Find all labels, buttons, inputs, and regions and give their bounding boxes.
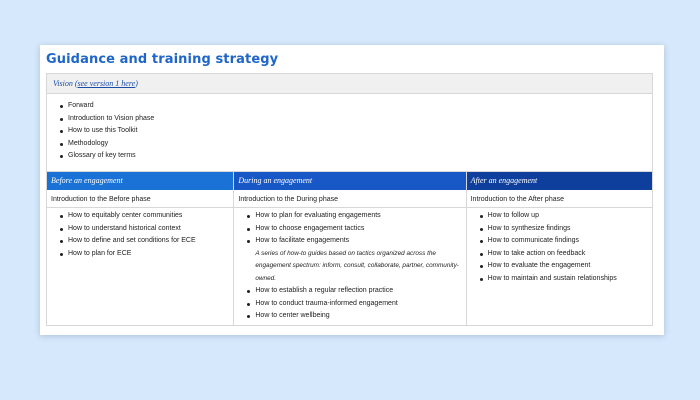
list-item: How to maintain and sustain relationship… bbox=[467, 273, 652, 286]
list-item: How to take action on feedback bbox=[467, 248, 652, 261]
list-item: How to facilitate engagements bbox=[234, 235, 465, 248]
list-item: How to follow up bbox=[467, 210, 652, 223]
vision-item-glossary: Glossary of key terms bbox=[47, 150, 652, 163]
list-item: How to choose engagement tactics bbox=[234, 223, 465, 236]
tactics-note: A series of how-to guides based on tacti… bbox=[255, 249, 459, 282]
before-intro: Introduction to the Before phase bbox=[47, 190, 234, 208]
after-header: After an engagement bbox=[466, 172, 652, 190]
list-item: How to equitably center communities bbox=[47, 210, 233, 223]
list-item: How to understand historical context bbox=[47, 223, 233, 236]
before-list: How to equitably center communities How … bbox=[47, 210, 233, 260]
after-column: After an engagement Introduction to the … bbox=[466, 172, 652, 325]
list-item: How to synthesize findings bbox=[467, 223, 652, 236]
during-list-a: How to plan for evaluating engagements H… bbox=[234, 210, 465, 248]
before-body: How to equitably center communities How … bbox=[47, 208, 233, 325]
during-list-b: How to establish a regular reflection pr… bbox=[234, 285, 465, 323]
vision-section: Forward Introduction to Vision phase How… bbox=[47, 94, 652, 172]
list-item: How to communicate findings bbox=[467, 235, 652, 248]
list-item: How to establish a regular reflection pr… bbox=[234, 285, 465, 298]
vision-item-how-to-use: How to use this Toolkit bbox=[47, 125, 652, 138]
vision-item-methodology: Methodology bbox=[47, 138, 652, 151]
list-item: How to conduct trauma-informed engagemen… bbox=[234, 298, 465, 311]
after-intro: Introduction to the After phase bbox=[466, 190, 652, 208]
page-title: Guidance and training strategy bbox=[46, 52, 279, 67]
during-body: How to plan for evaluating engagements H… bbox=[234, 208, 465, 325]
vision-list: Forward Introduction to Vision phase How… bbox=[47, 94, 652, 163]
strategy-table: Vision (see version 1 here) Forward Intr… bbox=[46, 73, 653, 326]
list-item: How to plan for ECE bbox=[47, 248, 233, 261]
list-item: How to evaluate the engagement bbox=[467, 260, 652, 273]
vision-version-link[interactable]: see version 1 here bbox=[78, 79, 136, 88]
list-item: How to plan for evaluating engagements bbox=[234, 210, 465, 223]
during-header: During an engagement bbox=[234, 172, 466, 190]
during-column: During an engagement Introduction to the… bbox=[234, 172, 467, 325]
list-item: How to center wellbeing bbox=[234, 310, 465, 323]
before-column: Before an engagement Introduction to the… bbox=[47, 172, 235, 325]
during-intro: Introduction to the During phase bbox=[234, 190, 466, 208]
vision-item-forward: Forward bbox=[47, 100, 652, 113]
vision-label-end: ) bbox=[135, 79, 138, 88]
strategy-card: Guidance and training strategy Vision (s… bbox=[40, 45, 664, 335]
after-list: How to follow up How to synthesize findi… bbox=[467, 210, 652, 286]
list-item: How to define and set conditions for ECE bbox=[47, 235, 233, 248]
vision-header: Vision (see version 1 here) bbox=[47, 74, 652, 94]
after-body: How to follow up How to synthesize findi… bbox=[467, 208, 652, 325]
vision-label: Vision ( bbox=[53, 79, 78, 88]
before-header: Before an engagement bbox=[47, 172, 234, 190]
vision-item-intro: Introduction to Vision phase bbox=[47, 113, 652, 126]
phase-columns: Before an engagement Introduction to the… bbox=[47, 172, 652, 325]
